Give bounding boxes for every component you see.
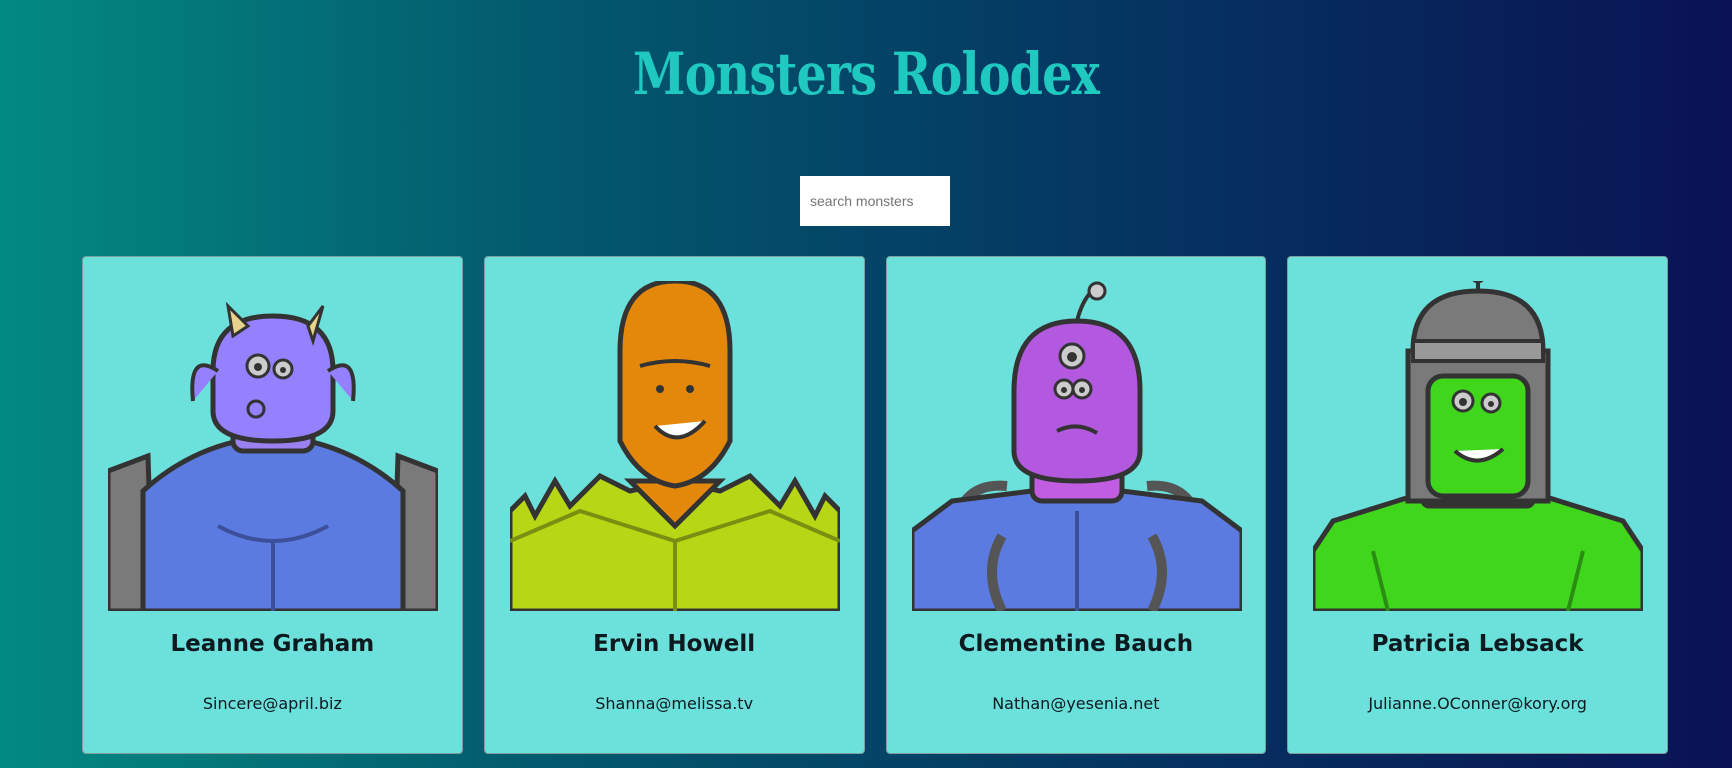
purple-horned-monster-icon xyxy=(108,301,438,611)
monster-name: Ervin Howell xyxy=(593,631,756,657)
orange-spiky-monster-icon xyxy=(509,281,840,611)
monster-card-list: Leanne Graham Sincere@april.biz Ervin Ho… xyxy=(82,256,1668,754)
search-input[interactable] xyxy=(800,176,950,226)
monster-card[interactable]: Patricia Lebsack Julianne.OConner@kory.o… xyxy=(1287,256,1668,754)
monster-card[interactable]: Clementine Bauch Nathan@yesenia.net xyxy=(885,256,1267,754)
monster-name: Clementine Bauch xyxy=(958,631,1194,657)
monster-card[interactable]: Ervin Howell Shanna@melissa.tv xyxy=(483,256,865,754)
monster-email: Sincere@april.biz xyxy=(202,694,342,713)
monster-email: Nathan@yesenia.net xyxy=(992,694,1160,713)
monster-email: Shanna@melissa.tv xyxy=(595,694,754,713)
purple-cyclops-robot-monster-icon xyxy=(911,281,1242,611)
page-title: Monsters Rolodex xyxy=(632,40,1100,108)
green-helmet-robot-monster-icon xyxy=(1313,281,1644,611)
monster-name: Patricia Lebsack xyxy=(1371,631,1584,657)
monster-name: Leanne Graham xyxy=(170,631,375,657)
monster-email: Julianne.OConner@kory.org xyxy=(1368,694,1587,713)
monster-card[interactable]: Leanne Graham Sincere@april.biz xyxy=(82,256,463,754)
